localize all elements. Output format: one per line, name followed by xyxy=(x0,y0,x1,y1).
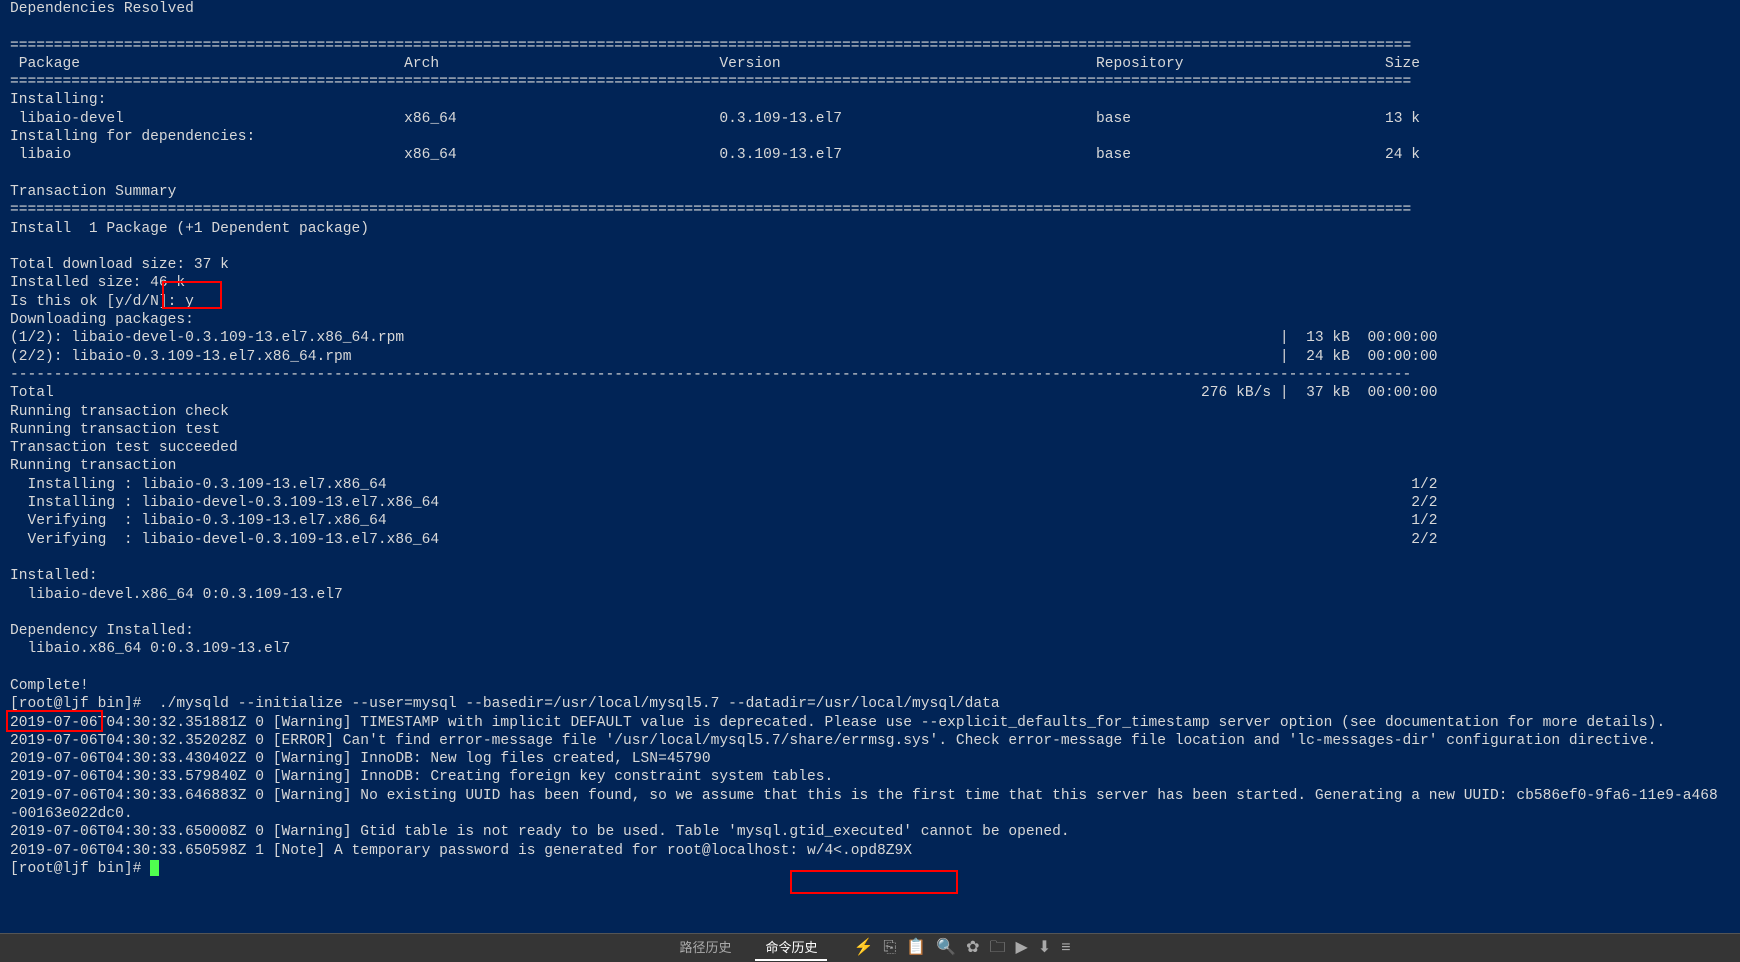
terminal-line: ========================================… xyxy=(10,37,1730,55)
terminal-line: 2019-07-06T04:30:32.352028Z 0 [ERROR] Ca… xyxy=(10,732,1730,750)
terminal-line: 2019-07-06T04:30:33.650598Z 1 [Note] A t… xyxy=(10,842,1730,860)
terminal-line xyxy=(10,238,1730,256)
terminal-line: Installing for dependencies: xyxy=(10,128,1730,146)
terminal-line: Installing : libaio-devel-0.3.109-13.el7… xyxy=(10,494,1730,512)
menu-icon[interactable]: ≡ xyxy=(1061,939,1070,957)
terminal-line xyxy=(10,604,1730,622)
terminal-line: Dependencies Resolved xyxy=(10,0,1730,18)
terminal-line: ========================================… xyxy=(10,73,1730,91)
terminal-line xyxy=(10,165,1730,183)
terminal-line: Downloading packages: xyxy=(10,311,1730,329)
terminal-line: 2019-07-06T04:30:33.650008Z 0 [Warning] … xyxy=(10,823,1730,841)
terminal-line: libaio x86_64 0.3.109-13.el7 base 24 k xyxy=(10,146,1730,164)
terminal-line: Verifying : libaio-0.3.109-13.el7.x86_64… xyxy=(10,512,1730,530)
terminal-line: Is this ok [y/d/N]: y xyxy=(10,293,1730,311)
toolbar-icons: ⚡ ⎘ 📋 🔍 ✿ 🗀 ▶ ⬇ ≡ xyxy=(853,939,1070,957)
terminal-line: 2019-07-06T04:30:33.430402Z 0 [Warning] … xyxy=(10,750,1730,768)
terminal-cursor xyxy=(150,860,159,876)
terminal-line: [root@ljf bin]# xyxy=(10,860,1730,878)
terminal-line: Transaction Summary xyxy=(10,183,1730,201)
terminal-line: libaio-devel.x86_64 0:0.3.109-13.el7 xyxy=(10,586,1730,604)
terminal-line: Running transaction test xyxy=(10,421,1730,439)
terminal-line: 2019-07-06T04:30:32.351881Z 0 [Warning] … xyxy=(10,714,1730,732)
terminal-line: 2019-07-06T04:30:33.579840Z 0 [Warning] … xyxy=(10,768,1730,786)
terminal-line: Installed: xyxy=(10,567,1730,585)
play-icon[interactable]: ▶ xyxy=(1015,939,1027,957)
terminal-line: Transaction test succeeded xyxy=(10,439,1730,457)
terminal-line xyxy=(10,18,1730,36)
terminal-line: (1/2): libaio-devel-0.3.109-13.el7.x86_6… xyxy=(10,329,1730,347)
tab-path-history[interactable]: 路径历史 xyxy=(669,935,741,961)
bolt-icon[interactable]: ⚡ xyxy=(853,939,873,957)
terminal-line: libaio-devel x86_64 0.3.109-13.el7 base … xyxy=(10,110,1730,128)
download-icon[interactable]: ⬇ xyxy=(1038,939,1051,957)
terminal-line: Install 1 Package (+1 Dependent package) xyxy=(10,220,1730,238)
terminal-line: Installing : libaio-0.3.109-13.el7.x86_6… xyxy=(10,476,1730,494)
search-icon[interactable]: 🔍 xyxy=(936,939,956,957)
terminal-output[interactable]: Dependencies Resolved ===================… xyxy=(0,0,1740,878)
folder-icon[interactable]: 🗀 xyxy=(989,939,1005,957)
terminal-line: Installed size: 46 k xyxy=(10,274,1730,292)
terminal-line: (2/2): libaio-0.3.109-13.el7.x86_64.rpm … xyxy=(10,348,1730,366)
tab-command-history[interactable]: 命令历史 xyxy=(755,935,827,961)
copy-icon[interactable]: ⎘ xyxy=(883,939,896,957)
terminal-line: libaio.x86_64 0:0.3.109-13.el7 xyxy=(10,640,1730,658)
terminal-line xyxy=(10,659,1730,677)
terminal-line: ----------------------------------------… xyxy=(10,366,1730,384)
terminal-line: [root@ljf bin]# ./mysqld --initialize --… xyxy=(10,695,1730,713)
gear-icon[interactable]: ✿ xyxy=(966,939,979,957)
terminal-line: -00163e022dc0. xyxy=(10,805,1730,823)
terminal-line: Total 276 kB/s | 37 kB 00:00:00 xyxy=(10,384,1730,402)
terminal-line: Complete! xyxy=(10,677,1730,695)
status-bar: 路径历史 命令历史 ⚡ ⎘ 📋 🔍 ✿ 🗀 ▶ ⬇ ≡ xyxy=(0,933,1740,962)
terminal-line: Verifying : libaio-devel-0.3.109-13.el7.… xyxy=(10,531,1730,549)
terminal-line: Total download size: 37 k xyxy=(10,256,1730,274)
paste-icon[interactable]: 📋 xyxy=(906,939,926,957)
terminal-line xyxy=(10,549,1730,567)
terminal-line: Installing: xyxy=(10,91,1730,109)
terminal-line: 2019-07-06T04:30:33.646883Z 0 [Warning] … xyxy=(10,787,1730,805)
terminal-line: ========================================… xyxy=(10,201,1730,219)
terminal-line: Running transaction xyxy=(10,457,1730,475)
terminal-line: Running transaction check xyxy=(10,403,1730,421)
terminal-line: Package Arch Version Repository Size xyxy=(10,55,1730,73)
terminal-line: Dependency Installed: xyxy=(10,622,1730,640)
